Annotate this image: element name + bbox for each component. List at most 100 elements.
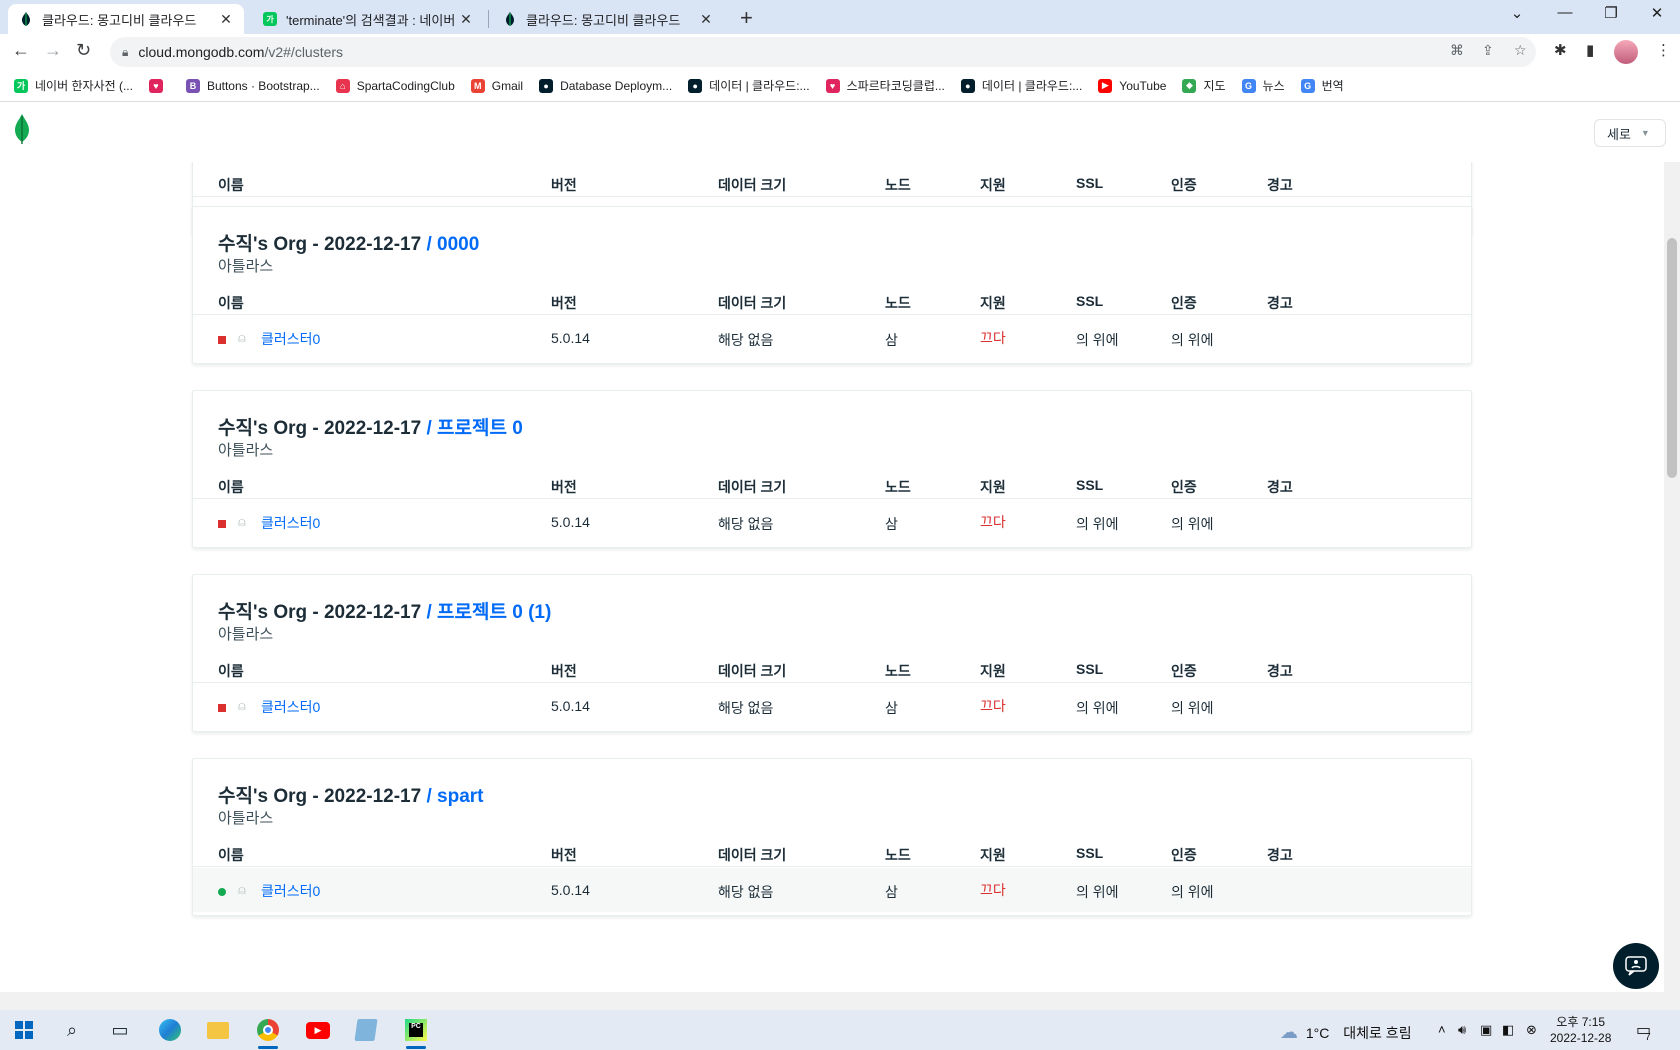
bookmark-label: Database Deploym... [560,78,673,93]
bookmark-item[interactable]: ● 데이터 | 클라우드:... [960,77,1082,94]
cell-data-size: 해당 없음 [718,516,774,532]
tab-label: 클라우드: 몽고디비 클라우드 [526,12,681,28]
profile-avatar[interactable] [1614,40,1638,64]
project-link[interactable]: / 0000 [426,234,479,255]
youtube-icon[interactable]: ▶ [304,1017,332,1043]
cell-version: 5.0.14 [551,514,590,530]
file-explorer-icon[interactable] [204,1017,232,1043]
bookmarks-bar: 가 네이버 한자사전 (... ♥ B Buttons · Bootstrap... ⌂ S… [0,70,1680,102]
bookmark-label: 스파르타코딩클럽... [846,79,945,93]
close-icon[interactable]: ✕ [218,11,234,28]
cluster-card: 수직's Org - 2022-12-17 / 0000 아틀라스 이름 버전 데이터 … [192,206,1472,364]
bookmark-label: YouTube [1119,78,1167,93]
status-active-icon [218,888,226,896]
bookmark-item[interactable]: ▶ YouTube [1098,78,1167,93]
extensions-icon[interactable]: ✱ [1554,41,1567,59]
scrollbar-thumb[interactable] [1667,238,1677,478]
column-header: SSL [1076,661,1104,677]
service-label: 아틀라스 [218,258,274,275]
bookmark-item[interactable]: ◆ 지도 [1182,77,1226,94]
column-header: 이름 [218,663,244,679]
cluster-name-link[interactable]: 클러스터0 [261,881,320,901]
mic-muted-icon[interactable]: ⊗ [1526,1022,1537,1038]
tab-naver-search[interactable]: 가 'terminate'의 검색결과 : 네이버 ✕ [252,4,484,34]
project-title: 수직's Org - 2022-12-17 / spart [218,781,484,808]
new-tab-button[interactable]: + [740,5,753,31]
bookmark-item[interactable]: M Gmail [470,78,523,93]
column-header: 경고 [1267,479,1293,495]
weather-description: 대체로 흐림 [1343,1025,1412,1041]
search-icon[interactable]: ⌕ [58,1017,86,1043]
close-window-button[interactable]: ✕ [1634,4,1680,22]
edge-browser-icon[interactable] [156,1017,184,1043]
mongodb-leaf-icon [18,11,34,27]
table-row[interactable]: ⍝ 클러스터0 5.0.14 해당 없음 삼 끄다 의 위에 의 위에 [193,316,1471,360]
service-label: 아틀라스 [218,626,274,643]
column-header: 인증 [1171,177,1197,193]
org-name: 수직's Org - 2022-12-17 [218,602,422,623]
mongodb-leaf-icon[interactable] [13,114,31,144]
tab-mongodb-cloud-2[interactable]: 클라우드: 몽고디비 클라우드 ✕ [492,4,724,34]
horizontal-scrollbar[interactable] [0,992,1680,1010]
cluster-name-link[interactable]: 클러스터0 [261,697,320,717]
address-bar[interactable]: 🔒︎ cloud.mongodb.com/v2#/clusters [110,37,1536,67]
bookmark-item[interactable]: B Buttons · Bootstrap... [185,78,320,93]
project-link[interactable]: / spart [426,786,483,807]
sort-select[interactable]: 세로 ▼ [1594,119,1666,147]
notepad-icon[interactable] [352,1017,380,1043]
table-row[interactable]: ⍝ 클러스터0 5.0.14 해당 없음 삼 끄다 의 위에 의 위에 [193,868,1471,912]
forward-arrow-icon[interactable]: → [44,40,62,61]
status-paused-icon [218,520,226,528]
system-clock[interactable]: 오후 7:15 2022-12-28 [1550,1014,1611,1046]
translate-icon[interactable]: ⌘ [1450,42,1464,59]
tab-mongodb-cloud-1[interactable]: 클라우드: 몽고디비 클라우드 ✕ [8,4,244,34]
notification-count: 7 [1645,1032,1651,1043]
pycharm-icon[interactable]: PC [402,1017,430,1049]
bookmark-item[interactable]: G 번역 [1300,77,1344,94]
minimize-button[interactable]: — [1542,4,1588,21]
close-icon[interactable]: ✕ [698,11,714,28]
task-view-icon[interactable]: ▭ [106,1017,134,1043]
column-header: 지원 [980,177,1006,193]
side-panel-icon[interactable]: ▮ [1586,41,1594,59]
bookmark-label: Buttons · Bootstrap... [206,78,320,93]
cluster-name-link[interactable]: 클러스터0 [261,513,320,533]
speaker-icon[interactable]: 🔊︎ [1458,1022,1466,1038]
bookmark-label: 번역 [1321,79,1344,93]
table-row[interactable]: ⍝ 클러스터0 5.0.14 해당 없음 삼 끄다 의 위에 의 위에 [193,684,1471,728]
bookmark-item[interactable]: ♥ [148,78,170,93]
cell-auth: 의 위에 [1171,516,1214,532]
tab-search-icon[interactable]: ⌄ [1494,4,1540,22]
table-row[interactable]: ⍝ 클러스터0 5.0.14 해당 없음 삼 끄다 의 위에 의 위에 [193,500,1471,544]
weather-widget[interactable]: ☁ 1°C 대체로 흐림 [1280,1022,1412,1043]
column-header: SSL [1076,845,1104,861]
column-header: 데이터 크기 [718,663,787,679]
cluster-name-link[interactable]: 클러스터0 [261,329,320,349]
user-icon: ⍝ [238,330,246,345]
restore-button[interactable]: ❐ [1588,4,1634,22]
more-menu-icon[interactable]: ⋮ [1656,41,1671,59]
bookmark-item[interactable]: ♥ 스파르타코딩클럽... [825,77,945,94]
lock-icon: 🔒︎ [122,44,129,59]
bookmark-item[interactable]: ⌂ SpartaCodingClub [335,78,455,93]
bookmark-item[interactable]: ● 데이터 | 클라우드:... [688,77,810,94]
chat-support-button[interactable] [1613,943,1659,989]
cell-backup: 끄다 [980,330,1006,346]
reload-icon[interactable]: ↻ [76,40,91,61]
bookmark-item[interactable]: ● Database Deploym... [539,78,673,93]
project-link[interactable]: / 프로젝트 0 [426,418,522,439]
project-link[interactable]: / 프로젝트 0 (1) [426,602,551,623]
network-icon[interactable]: ▣ [1480,1022,1492,1038]
vertical-scrollbar[interactable] [1664,162,1680,992]
chevron-up-icon[interactable]: ˄ [1438,1022,1446,1037]
share-icon[interactable]: ⇪ [1482,42,1494,59]
windows-start-icon[interactable] [10,1017,38,1043]
notification-center-icon[interactable]: ▭7 [1636,1020,1657,1043]
bookmark-star-icon[interactable]: ☆ [1514,42,1527,59]
bookmark-item[interactable]: G 뉴스 [1241,77,1285,94]
chrome-icon[interactable] [254,1017,282,1049]
back-arrow-icon[interactable]: ← [12,40,30,61]
meet-icon[interactable]: ◧ [1502,1022,1514,1038]
bookmark-item[interactable]: 가 네이버 한자사전 (... [14,77,133,94]
close-icon[interactable]: ✕ [458,11,474,28]
